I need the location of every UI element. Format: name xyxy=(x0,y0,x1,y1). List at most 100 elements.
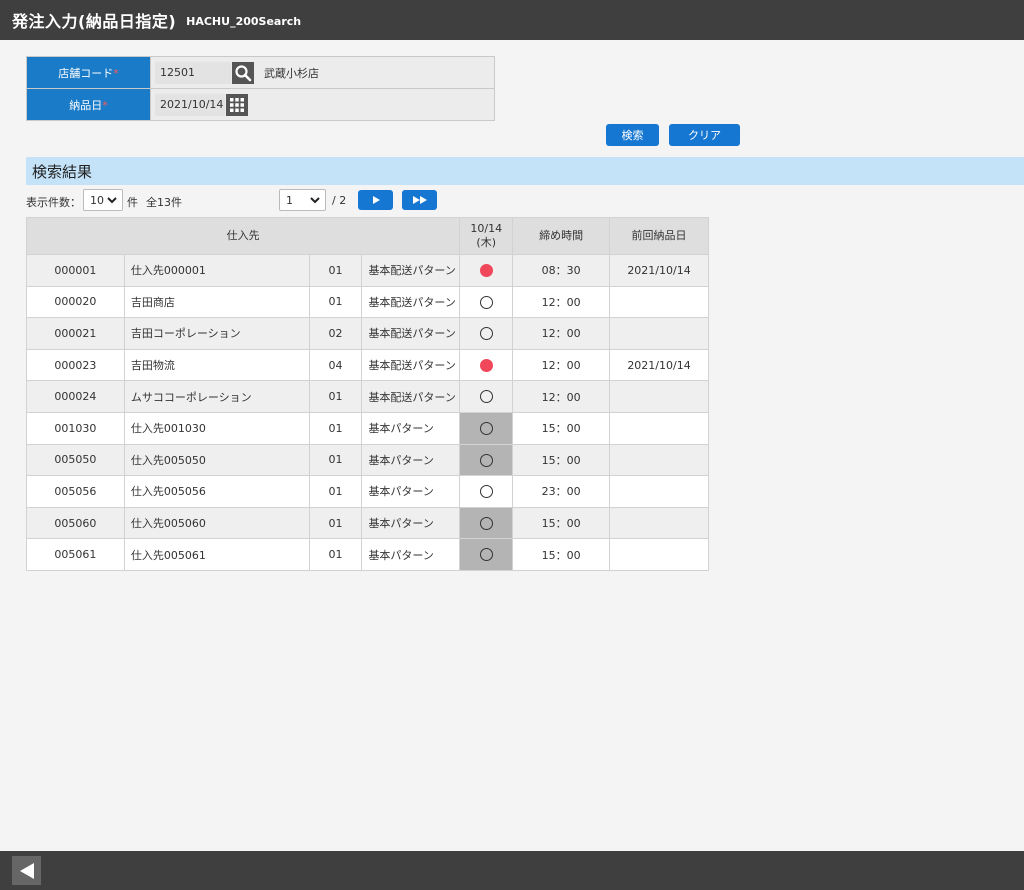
pattern-name-cell: 基本配送パターン xyxy=(361,254,461,287)
circle-icon xyxy=(479,422,493,436)
prev-delivery-cell xyxy=(609,411,709,445)
page-title: 発注入力(納品日指定) xyxy=(12,12,177,31)
pattern-name-cell: 基本配送パターン xyxy=(361,285,461,319)
order-mark-cell[interactable] xyxy=(459,285,514,319)
prev-delivery-cell xyxy=(609,443,709,477)
pattern-name-cell: 基本パターン xyxy=(361,475,461,508)
order-mark-cell xyxy=(459,506,514,540)
pattern-name-cell: 基本パターン xyxy=(361,443,461,477)
table-header-row: 仕入先 10/14 (木) 締め時間 前回納品日 xyxy=(25,217,709,255)
filled-circle-icon xyxy=(479,358,493,372)
order-mark-cell[interactable] xyxy=(459,380,514,413)
circle-icon xyxy=(479,485,493,499)
order-mark-cell xyxy=(459,538,514,571)
next-page-button[interactable] xyxy=(358,190,393,210)
order-mark-cell[interactable] xyxy=(459,254,514,287)
prev-delivery-cell xyxy=(609,380,709,413)
search-button[interactable]: 検索 xyxy=(606,124,659,146)
deadline-cell: 23：00 xyxy=(512,475,611,508)
supplier-code-cell: 001030 xyxy=(26,411,125,445)
chevron-down-icon xyxy=(310,197,320,204)
pager: 表示件数： 10 件 全13件 1 / 2 xyxy=(26,189,446,211)
pattern-name-cell: 基本パターン xyxy=(361,538,461,571)
prev-delivery-cell xyxy=(609,538,709,571)
delivery-row: 納品日* 2021/10/14 xyxy=(26,88,495,121)
supplier-name-cell: 吉田コーポレーション xyxy=(123,317,310,350)
deadline-cell: 12：00 xyxy=(512,380,611,413)
store-code-input[interactable]: 12501 xyxy=(155,61,231,84)
header-prev-delivery: 前回納品日 xyxy=(609,217,709,255)
table-row[interactable]: 005061 仕入先005061 01 基本パターン 15：00 xyxy=(26,538,709,571)
store-code-label: 店舗コード* xyxy=(26,56,151,89)
last-page-button[interactable] xyxy=(402,190,437,210)
total-count: 全13件 xyxy=(146,196,182,209)
order-mark-cell[interactable] xyxy=(459,475,514,508)
supplier-code-cell: 005061 xyxy=(26,538,125,571)
table-row[interactable]: 000001 仕入先000001 01 基本配送パターン 08：30 2021/10/14 xyxy=(26,254,709,287)
pattern-name-cell: 基本パターン xyxy=(361,411,461,445)
header-supplier: 仕入先 xyxy=(25,217,461,255)
table-row[interactable]: 000020 吉田商店 01 基本配送パターン 12：00 xyxy=(26,285,709,319)
pattern-no-cell: 01 xyxy=(308,443,363,477)
pattern-no-cell: 01 xyxy=(308,285,363,319)
store-name: 武蔵小杉店 xyxy=(264,66,319,80)
delivery-date-label: 納品日* xyxy=(26,88,151,121)
table-row[interactable]: 000023 吉田物流 04 基本配送パターン 12：00 2021/10/14 xyxy=(26,348,709,382)
deadline-cell: 15：00 xyxy=(512,538,611,571)
play-icon xyxy=(372,196,380,204)
pattern-name-cell: 基本パターン xyxy=(361,506,461,540)
supplier-code-cell: 005056 xyxy=(26,475,125,508)
footer-bar xyxy=(0,851,1024,890)
prev-delivery-cell: 2021/10/14 xyxy=(609,254,709,287)
supplier-name-cell: 仕入先000001 xyxy=(123,254,310,287)
deadline-cell: 08：30 xyxy=(512,254,611,287)
supplier-name-cell: 仕入先005050 xyxy=(123,443,310,477)
page-number-select[interactable]: 1 xyxy=(279,189,326,211)
supplier-name-cell: 仕入先005061 xyxy=(123,538,310,571)
pattern-no-cell: 04 xyxy=(308,348,363,382)
supplier-name-cell: 吉田物流 xyxy=(123,348,310,382)
chevron-down-icon xyxy=(107,197,117,204)
search-icon[interactable] xyxy=(232,61,254,84)
supplier-name-cell: 仕入先001030 xyxy=(123,411,310,445)
table-row[interactable]: 005050 仕入先005050 01 基本パターン 15：00 xyxy=(26,443,709,477)
clear-button[interactable]: クリア xyxy=(669,124,740,146)
supplier-code-cell: 000023 xyxy=(26,348,125,382)
header-deadline: 締め時間 xyxy=(512,217,611,255)
pattern-name-cell: 基本配送パターン xyxy=(361,380,461,413)
page-size-label: 表示件数： xyxy=(26,196,81,209)
pattern-name-cell: 基本配送パターン xyxy=(361,348,461,382)
circle-icon xyxy=(479,453,493,467)
prev-delivery-cell xyxy=(609,285,709,319)
screen-code: HACHU_200Search xyxy=(186,15,302,28)
delivery-date-input[interactable]: 2021/10/14 xyxy=(155,93,225,116)
order-mark-cell[interactable] xyxy=(459,317,514,350)
results-table: 仕入先 10/14 (木) 締め時間 前回納品日 000001 仕入先000001 0… xyxy=(25,217,709,571)
pattern-no-cell: 01 xyxy=(308,254,363,287)
back-button[interactable] xyxy=(12,856,41,885)
deadline-cell: 12：00 xyxy=(512,285,611,319)
circle-icon xyxy=(479,548,493,562)
calendar-grid-icon[interactable] xyxy=(226,93,248,116)
header-date: 10/14 (木) xyxy=(459,217,514,255)
pattern-no-cell: 01 xyxy=(308,475,363,508)
circle-icon xyxy=(479,327,493,341)
prev-delivery-cell xyxy=(609,475,709,508)
circle-icon xyxy=(479,295,493,309)
prev-delivery-cell xyxy=(609,506,709,540)
table-row[interactable]: 005060 仕入先005060 01 基本パターン 15：00 xyxy=(26,506,709,540)
back-arrow-icon xyxy=(19,862,34,879)
table-row[interactable]: 001030 仕入先001030 01 基本パターン 15：00 xyxy=(26,411,709,445)
supplier-code-cell: 000020 xyxy=(26,285,125,319)
order-mark-cell xyxy=(459,411,514,445)
pattern-name-cell: 基本配送パターン xyxy=(361,317,461,350)
table-row[interactable]: 005056 仕入先005056 01 基本パターン 23：00 xyxy=(26,475,709,508)
order-mark-cell[interactable] xyxy=(459,348,514,382)
supplier-code-cell: 000001 xyxy=(26,254,125,287)
page-size-select[interactable]: 10 xyxy=(83,189,123,211)
prev-delivery-cell: 2021/10/14 xyxy=(609,348,709,382)
table-row[interactable]: 000021 吉田コーポレーション 02 基本配送パターン 12：00 xyxy=(26,317,709,350)
deadline-cell: 12：00 xyxy=(512,348,611,382)
page-count: / 2 xyxy=(332,194,347,207)
table-row[interactable]: 000024 ムサココーポレーション 01 基本配送パターン 12：00 xyxy=(26,380,709,413)
